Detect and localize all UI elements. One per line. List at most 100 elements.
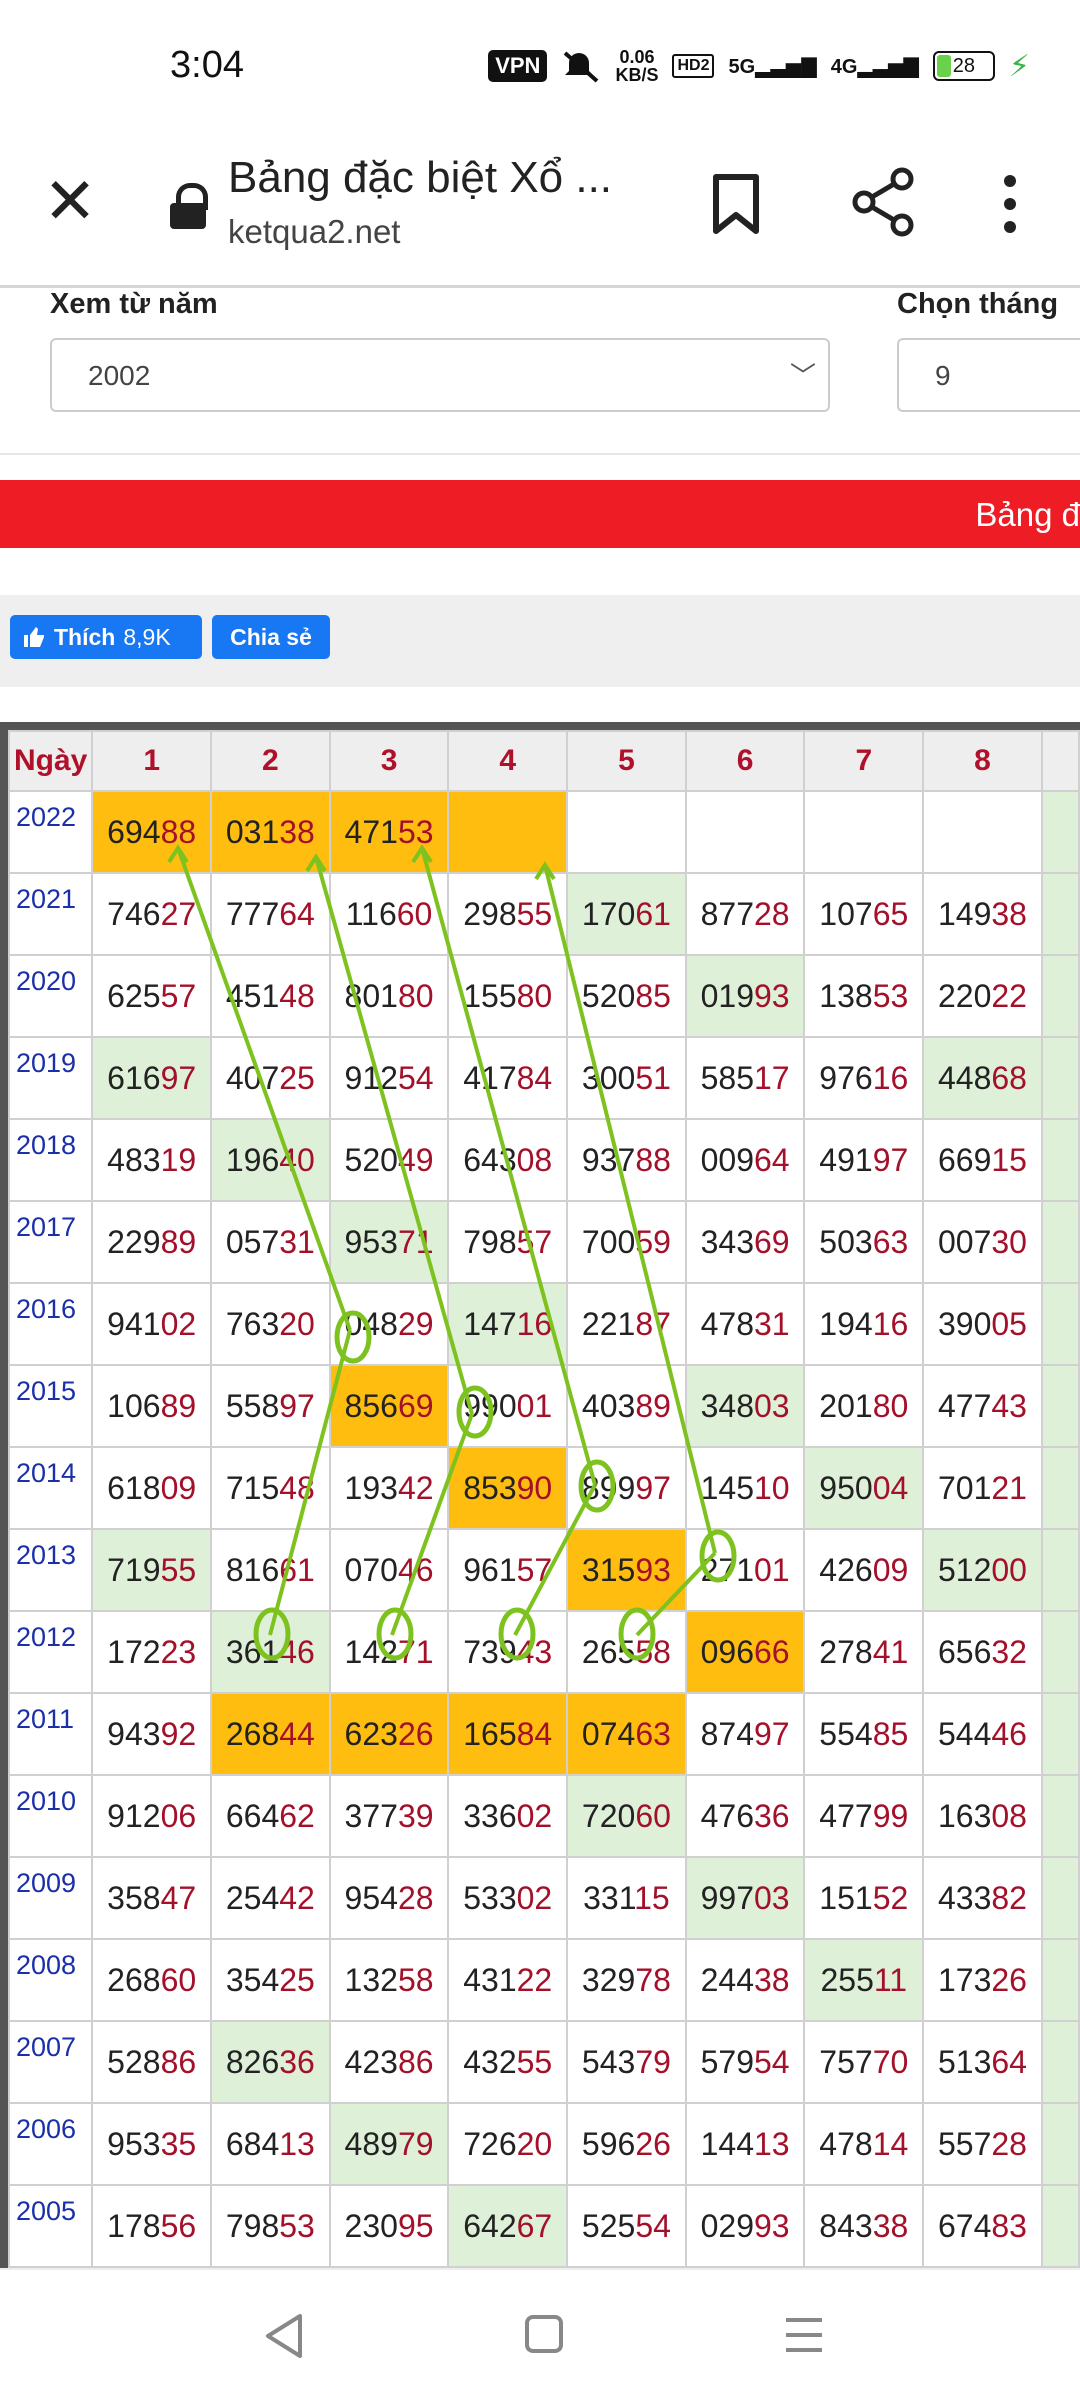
result-cell: 25511	[803, 1938, 925, 2022]
result-prefix: 268	[225, 1715, 280, 1752]
result-suffix: 44	[279, 1715, 315, 1752]
back-icon[interactable]	[262, 2312, 306, 2360]
result-cell: 10689	[91, 1364, 213, 1448]
result-suffix: 46	[279, 1633, 315, 1670]
row-year[interactable]: 2013	[8, 1528, 94, 1612]
row-year[interactable]: 2006	[8, 2102, 94, 2186]
result-prefix: 777	[225, 895, 280, 932]
result-cell: 24438	[684, 1938, 806, 2022]
result-cell: 17223	[91, 1610, 213, 1694]
result-prefix: 029	[700, 2207, 754, 2244]
result-cell: 94102	[91, 1282, 213, 1366]
row-year[interactable]: 2019	[8, 1036, 94, 1120]
result-prefix: 478	[819, 2125, 873, 2162]
year-select[interactable]: 2002 ﹀	[50, 338, 830, 412]
chevron-down-icon: ﹀	[789, 361, 816, 391]
result-suffix: 29	[397, 1305, 434, 1342]
row-year[interactable]: 2010	[8, 1774, 94, 1858]
home-icon[interactable]	[524, 2314, 564, 2354]
result-prefix: 336	[463, 1797, 517, 1834]
row-year[interactable]: 2007	[8, 2020, 94, 2104]
header-col-2: 2	[210, 730, 331, 792]
result-suffix: 36	[754, 1797, 790, 1834]
result-cell: 47636	[684, 1774, 806, 1858]
result-suffix: 09	[160, 1469, 197, 1506]
row-year[interactable]: 2009	[8, 1856, 94, 1940]
lock-icon[interactable]	[170, 183, 208, 229]
result-cell: 14938	[922, 872, 1043, 956]
result-prefix: 763	[225, 1305, 280, 1342]
network-speed: 0.06 KB/S	[615, 48, 658, 84]
result-prefix: 489	[344, 2125, 398, 2162]
result-suffix: 10	[754, 1469, 790, 1506]
result-cell: 39005	[922, 1282, 1043, 1366]
result-cell: 55897	[210, 1364, 331, 1448]
result-prefix: 843	[819, 2207, 873, 2244]
result-cell: 34803	[684, 1364, 806, 1448]
result-cell: 11660	[328, 872, 450, 956]
row-year[interactable]: 2008	[8, 1938, 94, 2022]
row-year[interactable]: 2020	[8, 954, 94, 1038]
more-icon[interactable]	[990, 171, 1030, 237]
result-suffix: 99	[872, 1797, 909, 1834]
result-prefix: 254	[225, 1879, 280, 1916]
result-cell: 58517	[684, 1036, 806, 1120]
result-suffix: 57	[516, 1223, 553, 1260]
social-bar: Thích 8,9K Chia sẻ	[0, 595, 1080, 687]
bookmark-icon[interactable]	[710, 173, 762, 235]
result-cell	[803, 790, 925, 874]
result-cell: 62557	[91, 954, 213, 1038]
recents-icon[interactable]	[784, 2316, 824, 2354]
result-suffix: 69	[397, 1387, 434, 1424]
row-year[interactable]: 2015	[8, 1364, 94, 1448]
result-prefix: 448	[937, 1059, 992, 1096]
share-icon[interactable]	[850, 167, 916, 237]
page-title[interactable]: Bảng đặc biệt Xổ ...	[228, 153, 612, 203]
results-table-container[interactable]: Ngày 12345678 2022 69488 03138 47153 2021 746…	[0, 722, 1080, 2268]
result-prefix: 528	[107, 2043, 161, 2080]
result-cell: 04829	[328, 1282, 450, 1366]
facebook-share-button[interactable]: Chia sẻ	[212, 615, 330, 659]
result-suffix: 64	[991, 2043, 1027, 2080]
result-cell: 26844	[210, 1692, 331, 1776]
result-prefix: 265	[581, 1633, 636, 1670]
result-suffix: 01	[754, 1551, 790, 1588]
row-year[interactable]: 2017	[8, 1200, 94, 1284]
result-cell-partial	[1040, 2102, 1080, 2186]
result-cell: 74627	[91, 872, 213, 956]
row-year[interactable]: 2016	[8, 1282, 94, 1366]
result-prefix: 348	[700, 1387, 754, 1424]
row-year[interactable]: 2014	[8, 1446, 94, 1530]
result-cell-partial	[1040, 954, 1080, 1038]
result-prefix: 268	[107, 1961, 161, 1998]
result-prefix: 358	[107, 1879, 161, 1916]
result-suffix: 20	[516, 2125, 553, 2162]
result-suffix: 08	[516, 1141, 553, 1178]
facebook-like-button[interactable]: Thích 8,9K	[10, 615, 202, 659]
result-cell: 70059	[566, 1200, 687, 1284]
result-suffix: 84	[516, 1715, 553, 1752]
result-suffix: 23	[160, 1633, 197, 1670]
result-prefix: 432	[463, 2043, 517, 2080]
result-cell: 84338	[803, 2184, 925, 2268]
row-year[interactable]: 2005	[8, 2184, 94, 2268]
row-year[interactable]: 2022	[8, 790, 94, 874]
result-cell: 64267	[447, 2184, 569, 2268]
row-year[interactable]: 2012	[8, 1610, 94, 1694]
page-url[interactable]: ketqua2.net	[228, 213, 400, 251]
row-year[interactable]: 2011	[8, 1692, 94, 1776]
result-prefix: 155	[463, 977, 517, 1014]
table-row: 2020 62557 45148 80180 15580 52085 01993 13853 2…	[8, 954, 1080, 1038]
table-row: 2012 17223 36146 14271 73943 26558 09666 27841 6…	[8, 1610, 1080, 1694]
month-select[interactable]: 9	[897, 338, 1080, 412]
result-suffix: 31	[279, 1223, 315, 1260]
row-year[interactable]: 2018	[8, 1118, 94, 1202]
result-prefix: 074	[581, 1715, 636, 1752]
result-suffix: 31	[754, 1305, 790, 1342]
result-prefix: 941	[107, 1305, 161, 1342]
close-icon[interactable]: ✕	[40, 169, 100, 233]
row-year[interactable]: 2021	[8, 872, 94, 956]
result-cell: 14271	[328, 1610, 450, 1694]
result-prefix: 417	[463, 1059, 517, 1096]
result-prefix: 149	[937, 895, 992, 932]
